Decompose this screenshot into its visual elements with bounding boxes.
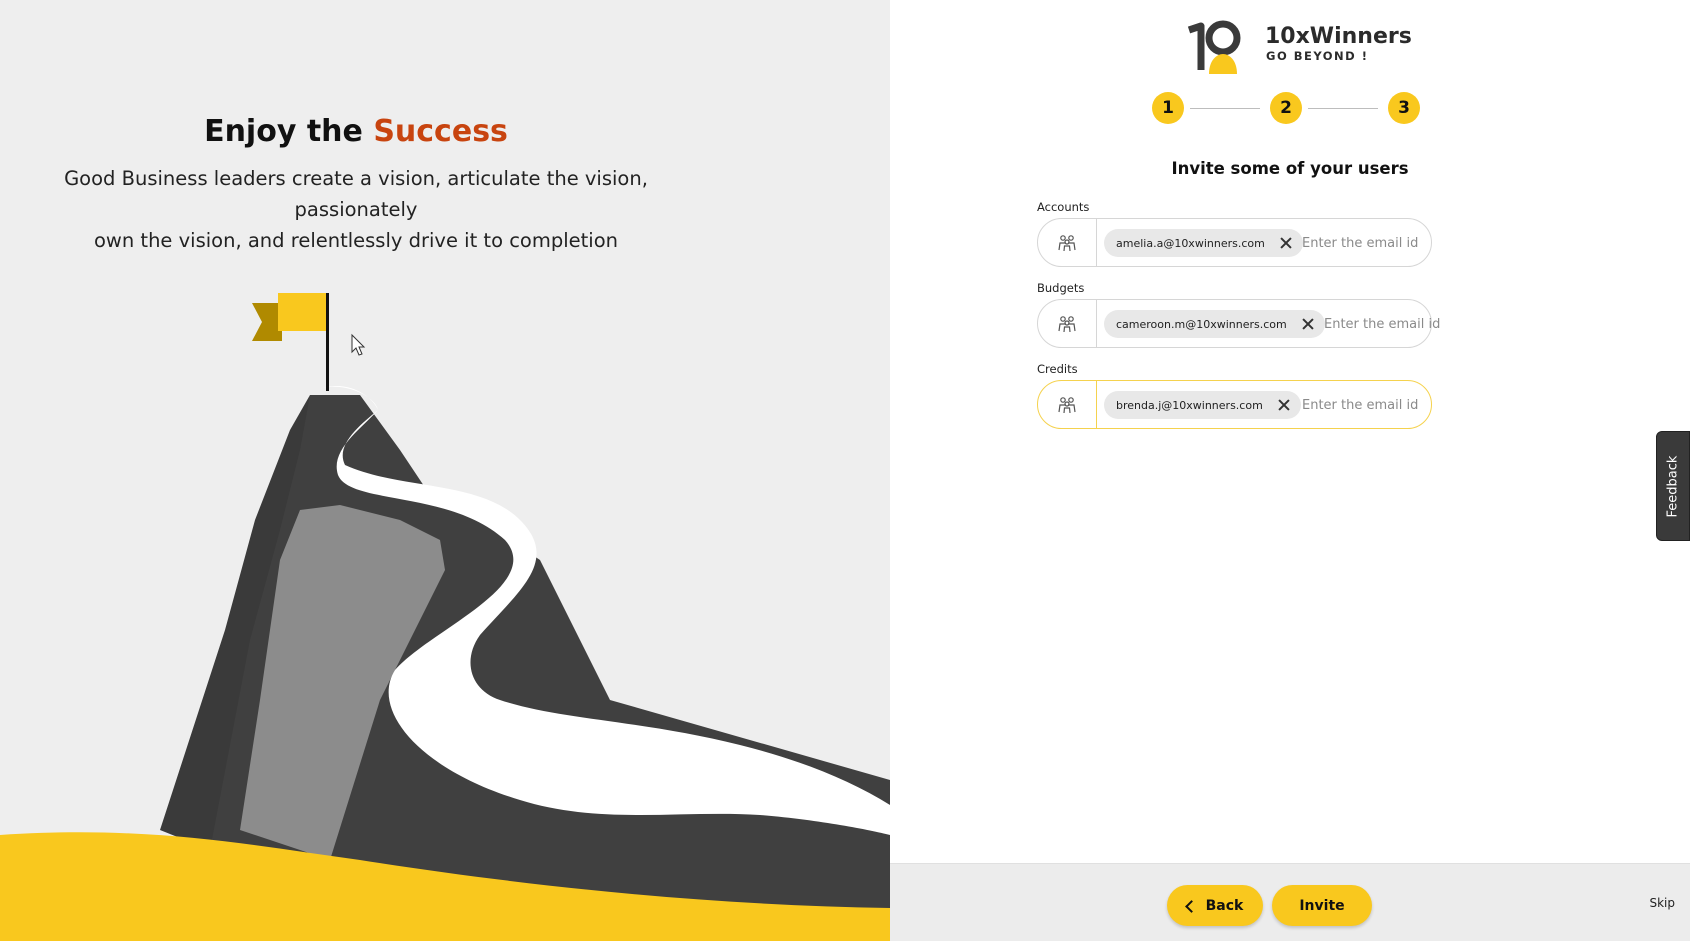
users-group-icon [1038, 381, 1097, 428]
email-chip-text: brenda.j@10xwinners.com [1116, 398, 1263, 412]
back-button[interactable]: Back [1167, 885, 1263, 926]
hero-title-prefix: Enjoy the [204, 114, 374, 149]
email-chip-text: cameroon.m@10xwinners.com [1116, 317, 1287, 331]
accounts-label: Accounts [1037, 200, 1090, 214]
accounts-field: amelia.a@10xwinners.com [1037, 218, 1452, 267]
footer-bar: Back Invite Skip [890, 863, 1690, 941]
chevron-left-icon [1184, 899, 1198, 913]
skip-link[interactable]: Skip [1649, 896, 1675, 910]
step-connector [1190, 108, 1260, 109]
hero-subtitle-line2: own the vision, and relentlessly drive i… [93, 229, 618, 252]
email-chip-text: amelia.a@10xwinners.com [1116, 236, 1265, 250]
remove-chip-icon[interactable] [1277, 398, 1291, 412]
feedback-label: Feedback [1665, 455, 1681, 517]
invite-button-label: Invite [1299, 897, 1345, 914]
hero-title-accent: Success [373, 114, 508, 149]
remove-chip-icon[interactable] [1279, 236, 1293, 250]
invite-button[interactable]: Invite [1272, 885, 1372, 926]
hero-subtitle-line1: Good Business leaders create a vision, a… [64, 167, 648, 221]
invite-panel: 10xWinners GO BEYOND ! 1 2 3 Invite some… [890, 0, 1690, 941]
step-1: 1 [1152, 92, 1184, 124]
step-2: 2 [1270, 92, 1302, 124]
brand-tagline: GO BEYOND ! [1266, 49, 1369, 63]
feedback-tab[interactable]: Feedback [1656, 431, 1690, 541]
credits-email-input[interactable] [1302, 393, 1452, 417]
budgets-label: Budgets [1037, 281, 1085, 295]
accounts-email-input[interactable] [1302, 231, 1452, 255]
users-group-icon [1038, 300, 1097, 347]
credits-label: Credits [1037, 362, 1078, 376]
email-chip: amelia.a@10xwinners.com [1104, 229, 1303, 257]
budgets-field: cameroon.m@10xwinners.com [1037, 299, 1474, 348]
hero-subtitle: Good Business leaders create a vision, a… [0, 163, 712, 256]
users-group-icon [1038, 219, 1097, 266]
budgets-email-input[interactable] [1324, 312, 1474, 336]
hero-title: Enjoy the Success [0, 114, 712, 149]
form-title: Invite some of your users [1171, 159, 1409, 178]
back-button-label: Back [1205, 897, 1244, 914]
step-3: 3 [1388, 92, 1420, 124]
credits-field: brenda.j@10xwinners.com [1037, 380, 1452, 429]
progress-stepper: 1 2 3 [1152, 92, 1420, 124]
step-connector [1308, 108, 1378, 109]
remove-chip-icon[interactable] [1301, 317, 1315, 331]
email-chip: cameroon.m@10xwinners.com [1104, 310, 1325, 338]
brand-name: 10xWinners [1265, 24, 1412, 49]
hero-panel: Enjoy the Success Good Business leaders … [0, 0, 890, 941]
email-chip: brenda.j@10xwinners.com [1104, 391, 1301, 419]
